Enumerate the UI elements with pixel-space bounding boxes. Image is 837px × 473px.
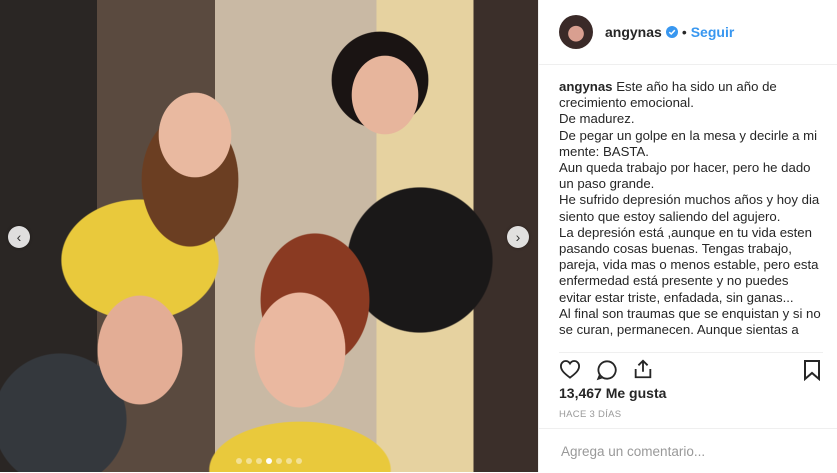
- heart-icon[interactable]: [559, 359, 581, 379]
- post-header: angynas • Seguir: [539, 0, 837, 65]
- instagram-post: ‹ › angynas • Seguir angynas Este año ha…: [0, 0, 837, 472]
- post-photo[interactable]: ‹ ›: [0, 0, 538, 472]
- share-icon[interactable]: [632, 358, 654, 380]
- caption-username[interactable]: angynas: [559, 79, 613, 94]
- follow-button[interactable]: Seguir: [691, 24, 735, 40]
- carousel-dot: [276, 458, 282, 464]
- caption-line: De pegar un golpe en la mesa y decirle a…: [559, 127, 818, 159]
- post-sidebar: angynas • Seguir angynas Este año ha sid…: [538, 0, 837, 472]
- caption-line: Al final son traumas que se enquistan y …: [559, 305, 821, 338]
- chevron-left-icon[interactable]: ‹: [8, 226, 30, 248]
- caption-line: De madurez.: [559, 111, 635, 127]
- bookmark-icon[interactable]: [803, 359, 821, 381]
- avatar[interactable]: [559, 15, 593, 49]
- post-caption: angynas Este año ha sido un año de creci…: [559, 79, 823, 345]
- action-bar: [559, 352, 823, 389]
- carousel-dot-active: [266, 458, 272, 464]
- carousel-dot: [246, 458, 252, 464]
- carousel-dot: [256, 458, 262, 464]
- carousel-dot: [236, 458, 242, 464]
- likes-count[interactable]: 13,467 Me gusta: [559, 385, 666, 401]
- separator-dot: •: [681, 24, 687, 40]
- caption-line: He sufrido depresión muchos años y hoy d…: [559, 192, 820, 224]
- comment-bubble-icon[interactable]: [596, 359, 618, 381]
- username[interactable]: angynas: [605, 24, 662, 40]
- verified-badge-icon: [665, 26, 678, 38]
- carousel-dot: [296, 458, 302, 464]
- chevron-right-icon[interactable]: ›: [507, 226, 529, 248]
- comment-bar: [539, 428, 837, 473]
- caption-line: Aun queda trabajo por hacer, pero he dad…: [559, 160, 811, 192]
- carousel-dot: [286, 458, 292, 464]
- comment-input[interactable]: [559, 443, 813, 460]
- carousel-indicator: [0, 458, 538, 464]
- post-timestamp[interactable]: HACE 3 DÍAS: [559, 409, 621, 420]
- caption-line: La depresión está ,aunque en tu vida est…: [559, 224, 819, 305]
